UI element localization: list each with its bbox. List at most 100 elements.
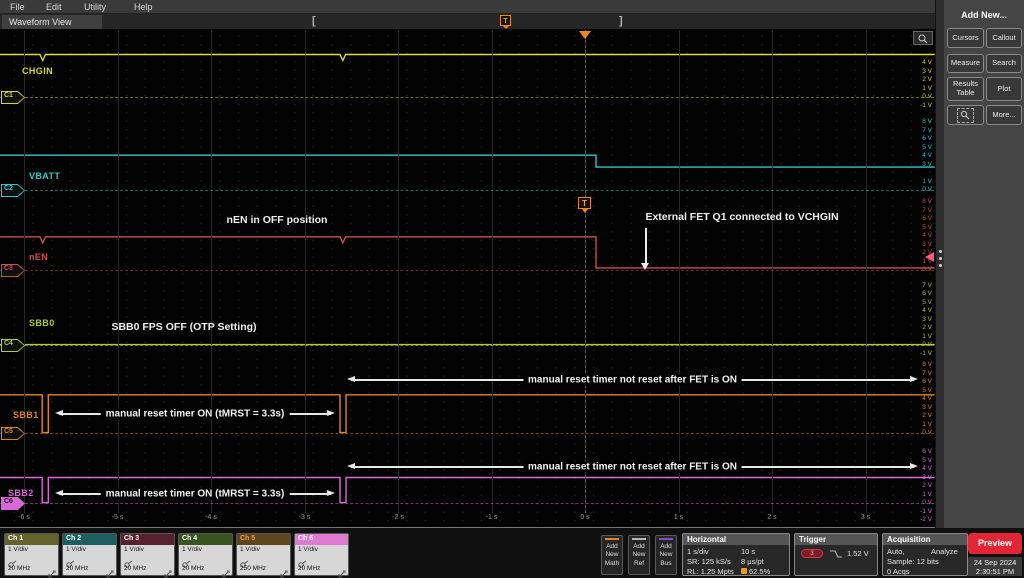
- trigger-panel[interactable]: Trigger 3 1.52 V: [794, 533, 878, 576]
- trigger-position-line[interactable]: [585, 30, 586, 513]
- scale-label: 5 V: [922, 298, 932, 306]
- results-table-button[interactable]: Results Table: [947, 77, 984, 101]
- grid-vline: [211, 30, 212, 513]
- panel-divider[interactable]: [935, 0, 944, 528]
- trigger-level: 1.52 V: [847, 549, 869, 558]
- time-axis-label: 0 s: [580, 514, 590, 521]
- arrow-head-right: [910, 463, 918, 469]
- channel-vdiv: 1 V/div: [8, 546, 28, 553]
- channel-badge-c3[interactable]: C3: [1, 264, 25, 277]
- plot-button[interactable]: Plot: [986, 77, 1022, 101]
- channel-card-header: Ch 2: [63, 534, 116, 545]
- trigger-position-triangle[interactable]: [579, 31, 591, 39]
- divider-handle-dot: [939, 250, 942, 253]
- arrow-head-left: [347, 463, 355, 469]
- scale-label: 6 V: [922, 448, 932, 455]
- time-axis-label: -1 s: [485, 514, 498, 521]
- divider-handle-dot: [939, 264, 942, 267]
- waveform-display[interactable]: -6 s -5 s -4 s -3 s -2 s -1 s 0 s 1 s 2 s 3 s T 4 V…: [0, 29, 935, 528]
- menu-help[interactable]: Help: [134, 2, 153, 12]
- badge-id: C3: [4, 265, 13, 272]
- preview-button[interactable]: Preview: [968, 533, 1022, 554]
- measure-button[interactable]: Measure: [947, 54, 984, 73]
- zero-line-nen: [0, 270, 934, 271]
- scale-label: 5 V: [922, 223, 932, 231]
- expand-icon: [106, 565, 114, 578]
- horizontal-title: Horizontal: [683, 534, 789, 545]
- channel-bandwidth: 20 MHz: [8, 565, 31, 572]
- scale-label: 3 V: [922, 473, 932, 481]
- search-button[interactable]: Search: [986, 54, 1022, 73]
- grid-vline: [398, 30, 399, 513]
- menu-file[interactable]: File: [10, 2, 25, 12]
- annotation-span-arrow: manual reset timer ON (tMRST = 3.3s): [55, 408, 335, 420]
- channel-card-2[interactable]: Ch 21 V/div 20 MHz: [62, 533, 117, 578]
- channel-badge-c2[interactable]: C2: [1, 184, 25, 197]
- channel-card-1[interactable]: Ch 11 V/div 20 MHz: [4, 533, 59, 578]
- trace-vbatt: [0, 154, 935, 168]
- trigger-source-flag[interactable]: T: [578, 197, 591, 209]
- channel-label-sbb1: SBB1: [13, 410, 39, 420]
- annotation-span-arrow: manual reset timer not reset after FET i…: [347, 374, 918, 386]
- annotation-text: nEN in OFF position: [226, 214, 328, 226]
- channel-label-chgin: CHGIN: [22, 66, 53, 76]
- scale-label: 5 V: [922, 143, 932, 151]
- more-button[interactable]: More...: [986, 105, 1022, 125]
- channel-card-6[interactable]: Ch 61 V/div 20 MHz: [294, 533, 349, 578]
- time-text: 2:30:51 PM: [975, 567, 1015, 577]
- channel-badge-c4[interactable]: C4: [1, 339, 25, 352]
- grid-vline: [491, 30, 493, 513]
- badge-id: C2: [4, 185, 13, 192]
- add-new-label: Add New Ref: [632, 543, 646, 567]
- acquisition-sample: Sample: 12 bits: [887, 557, 939, 566]
- stripe: [605, 538, 619, 540]
- horizontal-record-length: RL: 1.25 Mpts: [687, 567, 734, 576]
- grid-vline: [117, 30, 119, 513]
- badge-id: C4: [4, 340, 13, 347]
- channel-card-5[interactable]: Ch 51 V/div 250 MHz: [236, 533, 291, 578]
- zero-line-vbatt: [0, 190, 934, 191]
- add-new-bus-button[interactable]: Add New Bus: [655, 535, 677, 575]
- add-new-ref-button[interactable]: Add New Ref: [628, 535, 650, 575]
- horizontal-panel[interactable]: Horizontal 1 s/div 10 s SR: 125 kS/s 8 μ…: [682, 533, 790, 576]
- scale-label: 4 V: [922, 307, 932, 314]
- scale-label: 0 V: [922, 93, 932, 100]
- scale-label: 2 V: [922, 324, 932, 331]
- cursors-button[interactable]: Cursors: [947, 28, 984, 48]
- callout-button[interactable]: Callout: [986, 28, 1022, 48]
- horizontal-position: 62.5%: [749, 567, 771, 576]
- acquisition-panel[interactable]: Acquisition Auto, Analyze Sample: 12 bit…: [882, 533, 968, 576]
- add-new-math-button[interactable]: Add New Math: [601, 535, 623, 575]
- add-new-label: Add New Bus: [659, 543, 673, 567]
- channel-badge-c5[interactable]: C5: [1, 427, 25, 440]
- channel-vdiv: 1 V/div: [298, 546, 318, 553]
- annotation-arrow-head: [641, 263, 649, 270]
- overview-trigger-flag[interactable]: T: [500, 15, 511, 26]
- channel-card-4[interactable]: Ch 41 V/div 20 MHz: [178, 533, 233, 578]
- channel-bandwidth: 20 MHz: [124, 565, 147, 572]
- tab-row: Waveform View [ ] T: [0, 14, 935, 29]
- channel-label-vbatt: VBATT: [29, 171, 61, 181]
- arrow-head-right: [327, 410, 335, 416]
- menu-edit[interactable]: Edit: [46, 2, 62, 12]
- arrow-head-left: [55, 490, 63, 496]
- scale-label: 3 V: [922, 240, 932, 248]
- zoom-tool-button[interactable]: [947, 105, 984, 125]
- zoom-overview-button[interactable]: [913, 31, 933, 45]
- probe-icon: [182, 555, 191, 568]
- channel-card-header: Ch 4: [179, 534, 232, 545]
- channel-badge-c6[interactable]: C6: [1, 497, 25, 510]
- menu-utility[interactable]: Utility: [84, 2, 106, 12]
- time-axis-label: -4 s: [205, 514, 217, 521]
- oscilloscope-screen: File Edit Utility Help Waveform View [ ]…: [0, 0, 1024, 578]
- tab-waveform-view[interactable]: Waveform View: [2, 15, 102, 29]
- scale-label: 4 V: [922, 395, 932, 402]
- channel-card-3[interactable]: Ch 31 V/div 20 MHz: [120, 533, 175, 578]
- expand-icon: [164, 565, 172, 578]
- overview-right-bracket[interactable]: ]: [619, 15, 623, 27]
- badge-id: C6: [4, 498, 13, 505]
- channel-badge-c1[interactable]: C1: [1, 91, 25, 104]
- scale-label: 0 V: [922, 186, 932, 193]
- overview-left-bracket[interactable]: [: [312, 15, 316, 27]
- channel-card-header: Ch 1: [5, 534, 58, 545]
